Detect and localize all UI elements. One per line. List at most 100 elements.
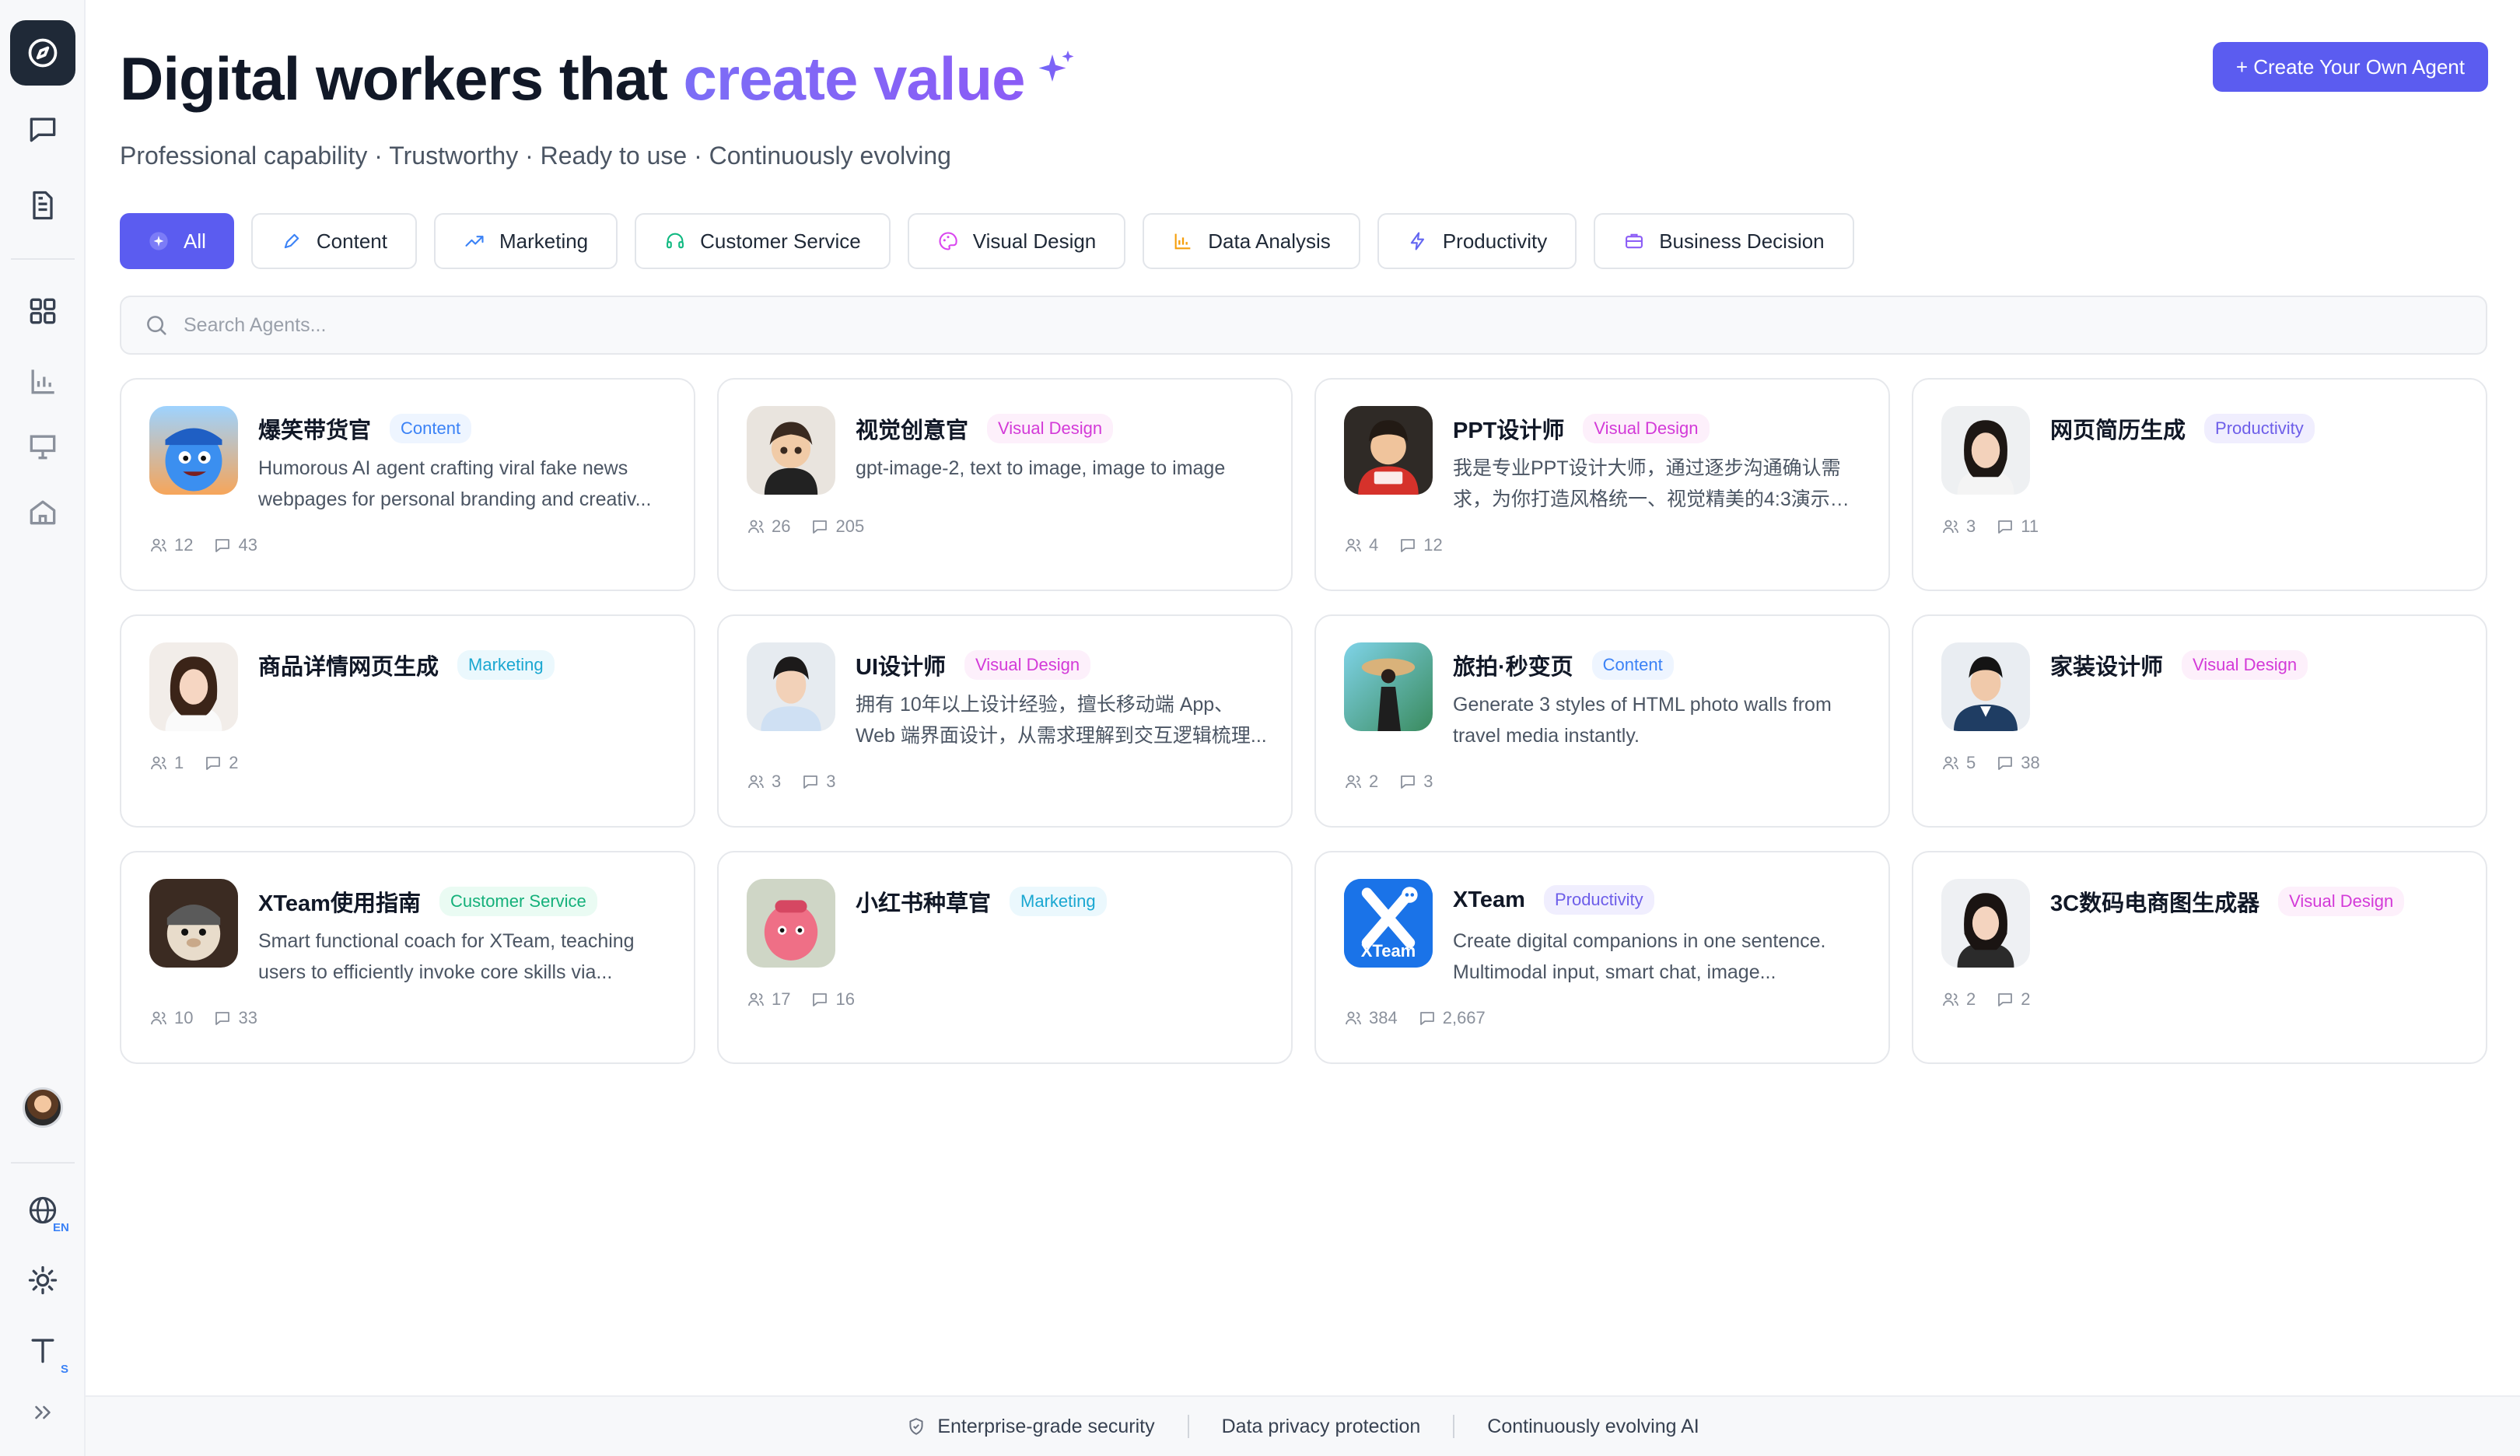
chat-bubble-icon xyxy=(206,757,221,770)
create-agent-button[interactable]: + Create Your Own Agent xyxy=(2212,42,2488,92)
presentation-icon xyxy=(30,435,56,460)
agent-stats: 12 43 xyxy=(149,535,257,555)
category-badge: Marketing xyxy=(1010,887,1107,916)
headset-icon xyxy=(667,233,684,249)
search-icon xyxy=(147,316,166,335)
agent-avatar: XTeam xyxy=(1344,879,1433,968)
category-tabs: All Content Marketing Customer Service V… xyxy=(120,213,1854,269)
briefcase-icon xyxy=(1626,233,1643,249)
home-nav-button[interactable] xyxy=(10,479,75,544)
tab-data-analysis[interactable]: Data Analysis xyxy=(1143,213,1360,269)
chats-stat: 2,667 xyxy=(1418,1008,1486,1028)
text-size-icon xyxy=(31,1339,54,1363)
footer-evolving: Continuously evolving AI xyxy=(1454,1416,1731,1438)
chat-bubble-icon xyxy=(215,1012,230,1025)
agent-card[interactable]: XTeam使用指南 Customer Service Smart function… xyxy=(120,851,695,1064)
agent-name: 旅拍·秒变页 xyxy=(1453,655,1573,680)
compass-icon xyxy=(28,38,58,68)
agent-name-row: UI设计师 Visual Design xyxy=(856,649,1091,681)
agent-name: 小红书种草官 xyxy=(856,891,992,916)
users-stat: 5 xyxy=(1941,753,1976,773)
chat-bubble-icon xyxy=(813,520,828,534)
agent-avatar xyxy=(149,406,238,495)
tab-visual-design[interactable]: Visual Design xyxy=(907,213,1126,269)
page-title-accent: create value xyxy=(683,44,1026,113)
users-icon xyxy=(1943,756,1958,770)
users-count: 5 xyxy=(1966,753,1976,772)
sidebar-divider xyxy=(11,1162,75,1164)
agent-name-row: 爆笑带货官 Content xyxy=(258,412,472,445)
agent-name: 爆笑带货官 xyxy=(258,418,372,443)
agent-card[interactable]: 小红书种草官 Marketing 17 16 xyxy=(717,851,1293,1064)
agent-stats: 1 2 xyxy=(149,753,239,773)
agent-card[interactable]: 爆笑带货官 Content Humorous AI agent crafting … xyxy=(120,378,695,591)
tab-customer-service[interactable]: Customer Service xyxy=(635,213,891,269)
user-avatar[interactable] xyxy=(23,1087,63,1128)
document-icon xyxy=(33,191,53,220)
users-count: 3 xyxy=(772,772,782,791)
tab-productivity[interactable]: Productivity xyxy=(1377,213,1577,269)
agent-avatar xyxy=(149,879,238,968)
users-icon xyxy=(151,1011,166,1025)
chats-count: 33 xyxy=(238,1008,257,1027)
agent-description: Humorous AI agent crafting viral fake ne… xyxy=(258,457,652,510)
agent-card[interactable]: XTeam XTeam Productivity Create digital c… xyxy=(1314,851,1890,1064)
agent-avatar xyxy=(1941,879,2030,968)
users-count: 17 xyxy=(772,989,791,1009)
chat-bubble-icon xyxy=(813,993,828,1006)
users-icon xyxy=(748,775,764,789)
tab-label: Business Decision xyxy=(1659,229,1825,253)
agent-avatar xyxy=(1941,406,2030,495)
agent-avatar xyxy=(149,642,238,731)
theme-toggle-button[interactable] xyxy=(10,1248,75,1313)
category-badge: Productivity xyxy=(2204,414,2315,443)
tab-all[interactable]: All xyxy=(120,213,234,269)
sparkle-icon xyxy=(149,232,168,250)
agent-name-row: PPT设计师 Visual Design xyxy=(1453,412,1710,445)
palette-icon xyxy=(939,232,957,250)
tab-label: Visual Design xyxy=(972,229,1097,253)
agent-name: XTeam使用指南 xyxy=(258,891,421,916)
users-stat: 2 xyxy=(1941,989,1976,1010)
language-badge: EN xyxy=(53,1221,69,1234)
chart-icon xyxy=(31,369,54,394)
explore-nav-button[interactable] xyxy=(10,20,75,86)
apps-nav-button[interactable] xyxy=(10,278,75,344)
document-nav-button[interactable] xyxy=(10,173,75,238)
chats-stat: 12 xyxy=(1398,535,1443,555)
tab-label: All xyxy=(184,229,206,253)
agent-card[interactable]: 家装设计师 Visual Design 5 38 xyxy=(1912,614,2487,828)
footer-privacy-text: Data privacy protection xyxy=(1221,1415,1421,1437)
category-badge: Customer Service xyxy=(439,887,597,916)
footer-security-text: Enterprise-grade security xyxy=(937,1415,1155,1437)
search-input[interactable] xyxy=(184,313,2361,337)
agent-card[interactable]: 商品详情网页生成 Marketing 1 2 xyxy=(120,614,695,828)
users-stat: 12 xyxy=(149,535,193,555)
agent-card[interactable]: PPT设计师 Visual Design 我是专业PPT设计大师，通过逐步沟通确认… xyxy=(1314,378,1890,591)
expand-sidebar-button[interactable] xyxy=(10,1381,75,1444)
agent-name-row: XTeam Productivity xyxy=(1453,885,1654,915)
chats-stat: 3 xyxy=(1398,772,1433,792)
footer-security: Enterprise-grade security xyxy=(873,1416,1187,1438)
agent-name: PPT设计师 xyxy=(1453,418,1565,443)
agent-card[interactable]: 网页简历生成 Productivity 3 11 xyxy=(1912,378,2487,591)
tab-marketing[interactable]: Marketing xyxy=(433,213,618,269)
chat-bubble-icon xyxy=(1998,757,2013,770)
agent-description: 拥有 10年以上设计经验，擅长移动端 App、Web 端界面设计，从需求理解到交… xyxy=(856,694,1267,747)
presentation-nav-button[interactable] xyxy=(10,414,75,479)
tab-content[interactable]: Content xyxy=(250,213,417,269)
tab-label: Marketing xyxy=(499,229,589,253)
chats-stat: 33 xyxy=(213,1008,257,1028)
agent-card[interactable]: 3C数码电商图生成器 Visual Design 2 2 xyxy=(1912,851,2487,1064)
agent-name-row: 小红书种草官 Marketing xyxy=(856,885,1107,918)
agent-card[interactable]: UI设计师 Visual Design 拥有 10年以上设计经验，擅长移动端 Ap… xyxy=(717,614,1293,828)
chart-nav-button[interactable] xyxy=(10,348,75,414)
chat-bubble-icon xyxy=(1419,1012,1434,1025)
chat-nav-button[interactable] xyxy=(10,96,75,162)
agent-name-row: 商品详情网页生成 Marketing xyxy=(258,649,555,681)
tab-business-decision[interactable]: Business Decision xyxy=(1594,213,1854,269)
agent-card[interactable]: 视觉创意官 Visual Design gpt-image-2, text to … xyxy=(717,378,1293,591)
chats-count: 205 xyxy=(835,516,865,536)
agent-card[interactable]: 旅拍·秒变页 Content Generate 3 styles of HTML … xyxy=(1314,614,1890,828)
agent-stats: 5 38 xyxy=(1941,753,2040,773)
